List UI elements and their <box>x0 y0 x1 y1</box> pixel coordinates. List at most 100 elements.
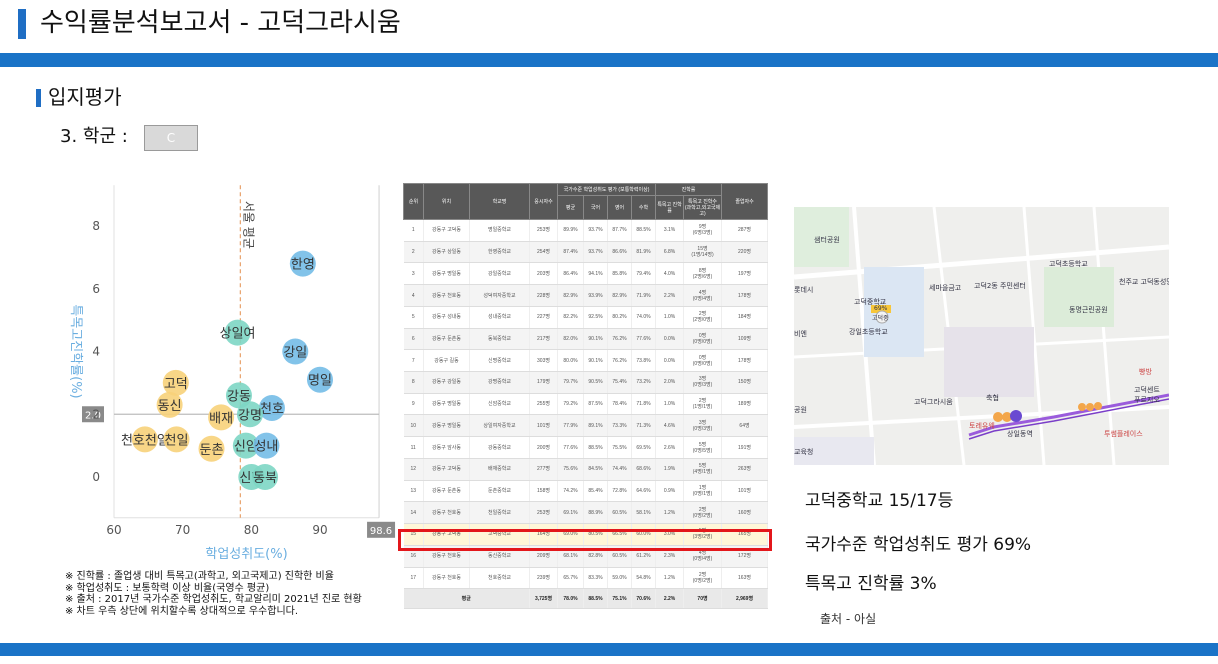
table-cell: 69.5% <box>631 436 657 459</box>
x-tick-label: 60 <box>106 523 121 537</box>
table-cell: 5명 (4명/1명) <box>683 458 723 481</box>
total-cell: 2.2% <box>655 588 685 609</box>
table-cell: 191명 <box>721 436 769 459</box>
map-label-mart: 세마을금고 <box>929 284 962 292</box>
table-cell: 3.1% <box>655 219 685 242</box>
x-max-label: 98.6 <box>370 526 392 537</box>
table-cell: 75.6% <box>557 458 584 481</box>
table-cell: 1.2% <box>655 501 685 525</box>
table-cell: 75.5% <box>607 436 632 459</box>
table-cell: 천일중학교 <box>469 501 530 525</box>
table-row: 1 강동구 고덕동 명일중학교 253명 89.9% 93.7% 87.7% 88.5% 3.1… <box>403 219 769 242</box>
table-cell: 상일여자중학교 <box>469 414 530 438</box>
table-row: 6 강동구 둔촌동 동북중학교 217명 82.0% 90.1% 76.2% 77.6% 0.0… <box>403 328 769 351</box>
table-cell: 80.2% <box>607 306 632 329</box>
table-cell: 강동구 천호동 <box>423 567 470 590</box>
table-cell: 86.4% <box>557 262 584 286</box>
table-cell: 217명 <box>529 328 558 351</box>
table-cell: 8 <box>403 371 424 394</box>
table-cell: 239명 <box>529 567 558 590</box>
ref-x-label: 서울 평균 <box>241 201 255 249</box>
table-cell: 60.5% <box>607 501 632 525</box>
table-cell: 64명 <box>721 414 769 438</box>
y-tick-label: 8 <box>92 219 100 233</box>
table-cell: 2명 (0명/2명) <box>683 501 723 525</box>
table-cell: 287명 <box>721 219 769 242</box>
table-cell: 86.6% <box>607 241 632 264</box>
table-row: 2 강동구 상일동 한영중학교 254명 87.4% 93.7% 86.6% 81.9% 6.8… <box>403 241 769 264</box>
table-cell: 3명 (0명/3명) <box>683 414 723 438</box>
table-cell: 64.6% <box>631 480 657 503</box>
table-cell: 184명 <box>721 306 769 329</box>
table-cell: 77.6% <box>557 436 584 459</box>
table-row: 3 강동구 명일동 강일중학교 203명 86.4% 94.1% 85.8% 79.4% 4.0… <box>403 262 769 286</box>
table-cell: 71.3% <box>631 414 657 438</box>
table-cell: 73.3% <box>607 414 632 438</box>
table-cell: 1.2% <box>655 567 685 590</box>
table-cell: 82.2% <box>557 306 584 329</box>
table-cell: 강동구 고덕동 <box>423 458 470 481</box>
table-cell: 배재중학교 <box>469 458 530 481</box>
table-cell: 254명 <box>529 241 558 264</box>
table-cell: 2.2% <box>655 284 685 307</box>
table-cell: 81.9% <box>631 241 657 264</box>
table-cell: 1 <box>403 219 424 242</box>
table-cell: 명일중학교 <box>469 219 530 242</box>
table-row: 4 강동구 천호동 성덕여자중학교 228명 82.9% 93.9% 82.9% 71.9% 2… <box>403 284 769 307</box>
col-group-score: 국가수준 학업성취도 평가 (보통학력이상) <box>556 183 657 196</box>
table-cell: 8명 (2명/6명) <box>683 262 723 286</box>
col-kor: 국어 <box>583 195 608 220</box>
table-cell: 90.1% <box>583 349 608 373</box>
table-cell: 강동구 강일동 <box>423 371 470 394</box>
total-cell: 70.6% <box>631 588 657 609</box>
table-row: 9 강동구 명일동 신암중학교 255명 79.2% 87.5% 78.4% 71.8% 1.0… <box>403 393 769 416</box>
table-cell: 79.4% <box>631 262 657 286</box>
table-cell: 1.0% <box>655 306 685 329</box>
total-cell: 70명 <box>683 588 723 609</box>
note-line: ※ 학업성취도 : 보통학력 이상 비율(국영수 평균) <box>65 582 270 594</box>
table-cell: 2명 (0명/2명) <box>683 567 723 590</box>
table-cell: 227명 <box>529 306 558 329</box>
source-label: 출처 - 아실 <box>820 612 877 626</box>
table-cell: 9명 (6명/3명) <box>683 219 723 242</box>
table-cell: 197명 <box>721 262 769 286</box>
table-cell: 강명중학교 <box>469 371 530 394</box>
table-total-row: 평균 3,725명 78.0% 88.5% 75.1% 70.6% 2.2% 70명 2,969… <box>403 588 769 609</box>
location-map[interactable]: 샘터공원 고덕초등학교 세마을금고 고덕2동 주민센터 천주교 고덕동성당 고덕… <box>794 207 1169 465</box>
note-line: ※ 출처 : 2017년 국가수준 학업성취도, 학교알리미 2021년 진로 … <box>65 594 362 605</box>
table-row: 8 강동구 강일동 강명중학교 179명 79.7% 90.5% 75.4% 73.2% 2.0… <box>403 371 769 394</box>
table-cell: 93.7% <box>583 219 608 242</box>
map-label-elem1: 고덕초등학교 <box>1049 260 1088 268</box>
highlight-row-frame <box>398 529 772 551</box>
table-cell: 강동구 고덕동 <box>423 219 470 242</box>
map-label-elem2: 강일초등학교 <box>849 328 888 336</box>
table-cell: 88.5% <box>631 219 657 242</box>
table-row: 17 강동구 천호동 천호중학교 239명 65.7% 83.3% 59.0% 54.8% 1.… <box>403 567 769 590</box>
table-cell: 2명 (1명/1명) <box>683 393 723 416</box>
table-cell: 160명 <box>721 501 769 525</box>
table-cell: 253명 <box>529 219 558 242</box>
map-label-edge: 공원 <box>794 406 807 414</box>
total-cell: 88.5% <box>583 588 608 609</box>
map-label-center: 고덕2동 주민센터 <box>974 282 1026 290</box>
map-label-station: 상일동역 <box>1007 430 1033 438</box>
table-cell: 강동구 천호동 <box>423 501 470 525</box>
table-cell: 90.5% <box>583 371 608 394</box>
table-cell: 12 <box>403 458 424 481</box>
map-label-edge: 롯데시 <box>794 286 814 294</box>
table-row: 7 강동구 길동 신명중학교 303명 80.0% 90.1% 76.2% 73.8% 0.0%… <box>403 349 769 373</box>
table-cell: 71.8% <box>631 393 657 416</box>
x-tick-label: 90 <box>312 523 327 537</box>
table-cell: 2.6% <box>655 436 685 459</box>
table-cell: 강동구 명일동 <box>423 414 470 438</box>
map-pin: 고덕중 <box>872 315 889 322</box>
map-pct: 69% <box>874 305 888 312</box>
table-cell: 3 <box>403 262 424 286</box>
table-cell: 2명 (2명/0명) <box>683 306 723 329</box>
table-cell: 88.5% <box>583 436 608 459</box>
table-cell: 6 <box>403 328 424 351</box>
table-row: 14 강동구 천호동 천일중학교 253명 69.1% 88.9% 60.5% 58.1% 1.… <box>403 501 769 525</box>
table-cell: 88.9% <box>583 501 608 525</box>
fact-rate: 특목고 진학률 3% <box>805 574 937 594</box>
table-cell: 85.8% <box>607 262 632 286</box>
